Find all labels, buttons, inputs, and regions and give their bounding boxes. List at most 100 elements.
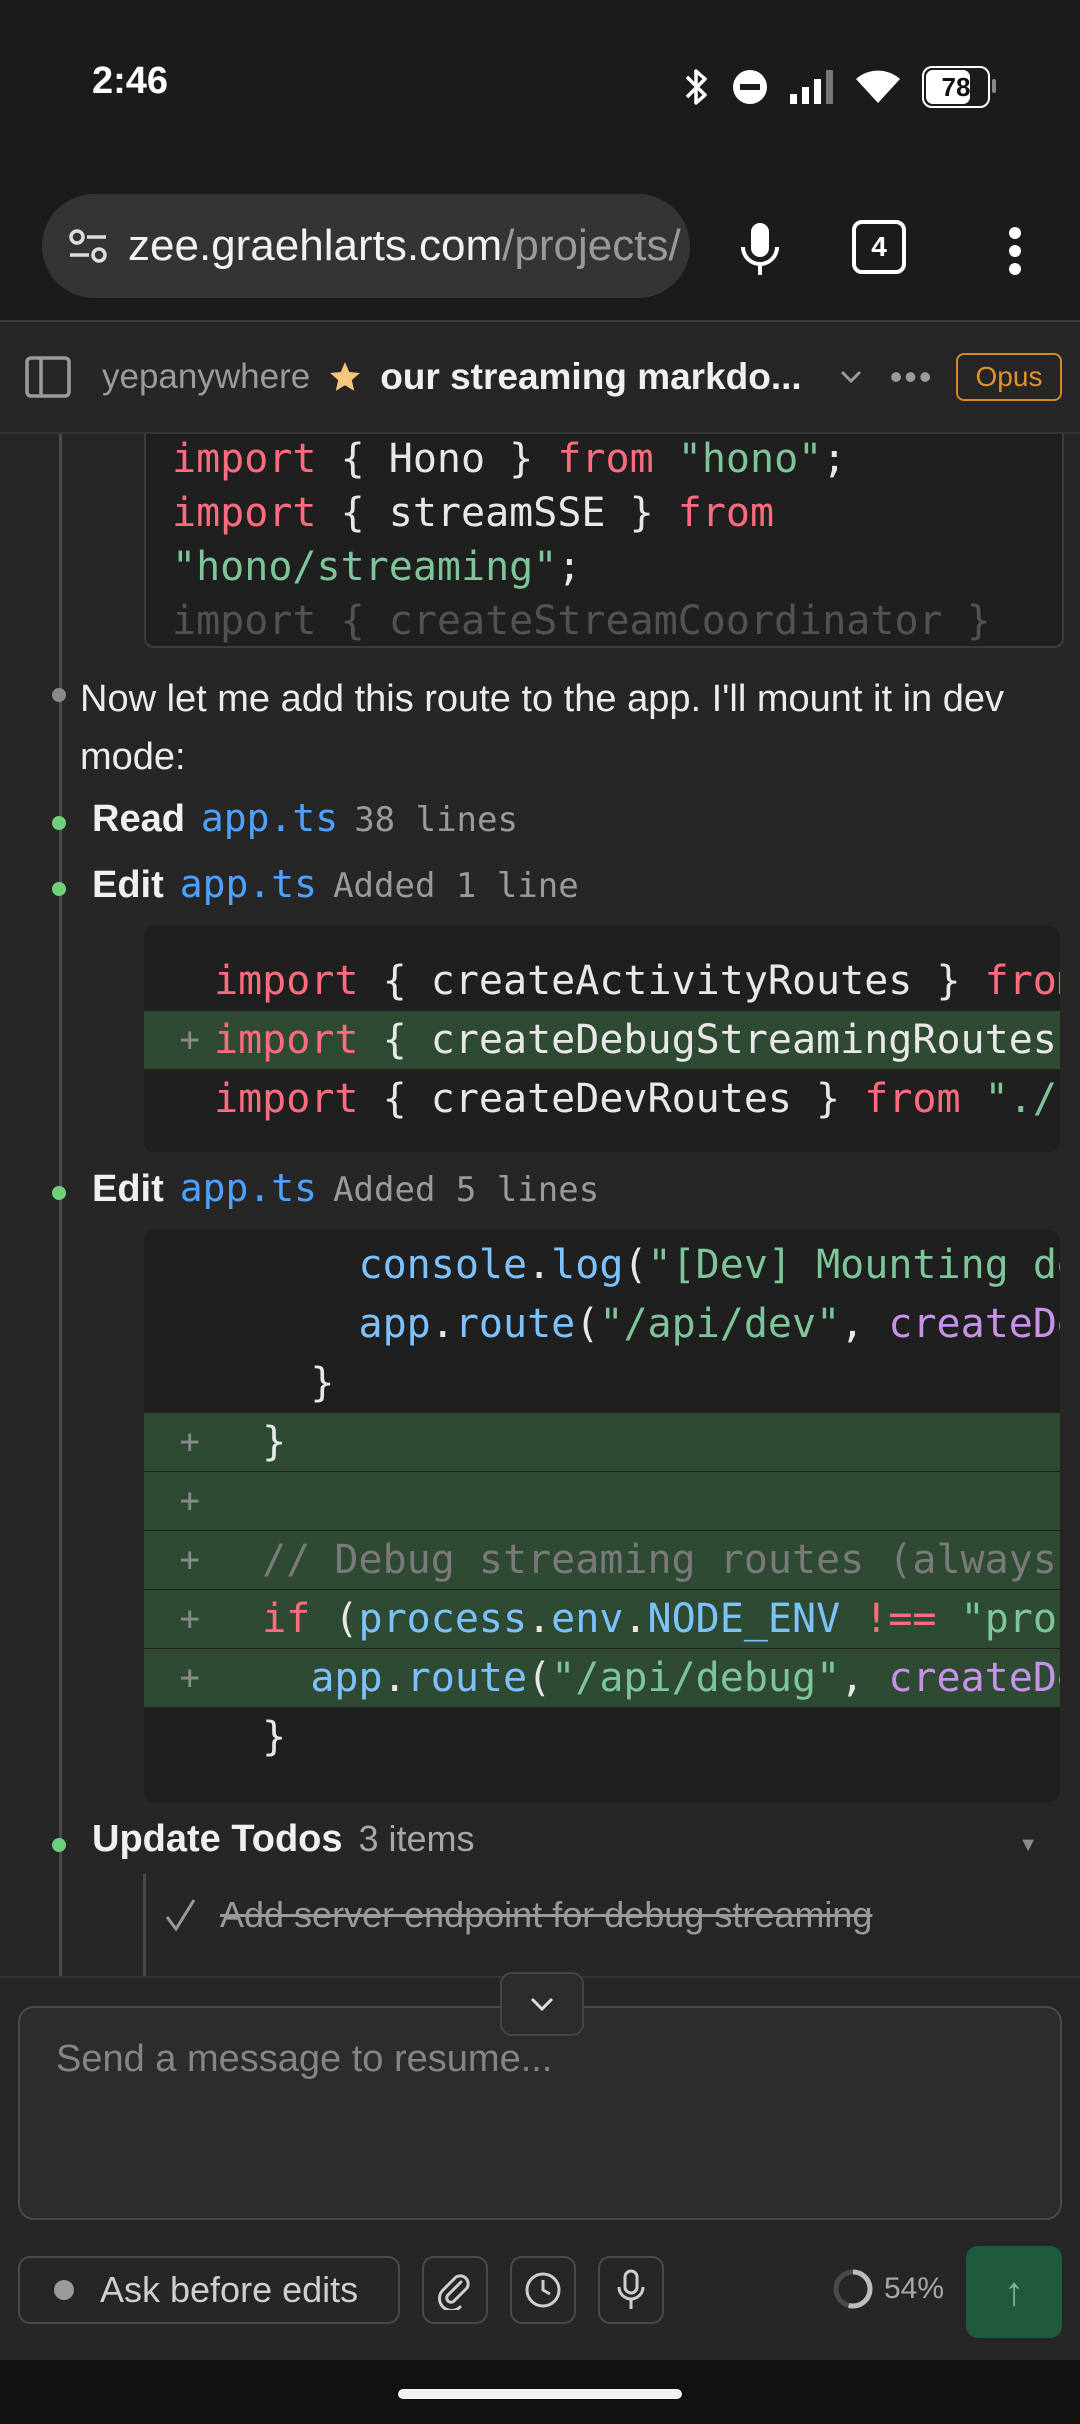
message-box[interactable] [18, 2006, 1062, 2220]
tool-meta: Added 1 line [333, 866, 579, 906]
voice-input-button[interactable] [598, 2256, 664, 2324]
status-time: 2:46 [92, 60, 169, 102]
expand-toggle-icon[interactable]: ▼ [1018, 1834, 1038, 1857]
code-token: { createDebugStreamingRoutes } [358, 1017, 1060, 1063]
tool-call-read[interactable]: Read app.ts 38 lines [92, 796, 518, 841]
session-title[interactable]: our streaming markdo... [380, 356, 802, 398]
url-path: /projects/ [502, 221, 681, 270]
battery-level: 78 [941, 71, 971, 102]
microphone-icon [741, 223, 779, 275]
code-token: } [214, 1360, 335, 1406]
microphone-icon [617, 2269, 645, 2309]
status-icons: 78 [684, 62, 996, 112]
tool-status-dot [52, 1186, 66, 1200]
todo-text: Add server endpoint for debug streaming [220, 1894, 873, 1935]
tool-verb: Update Todos [92, 1818, 343, 1860]
code-token: ( [310, 1596, 359, 1642]
site-settings-icon[interactable] [66, 224, 110, 268]
diff-code: } [214, 1714, 286, 1760]
diff-code: console.log("[Dev] Mounting de [214, 1242, 1060, 1288]
code-token: "proc [960, 1596, 1060, 1642]
code-token: { createDevRoutes } [358, 1076, 865, 1122]
tool-verb: Read [92, 798, 185, 840]
model-badge[interactable]: Opus [955, 353, 1063, 401]
todo-item: Add server endpoint for debug streaming [164, 1894, 872, 1936]
diff-gutter: + [179, 1599, 200, 1639]
code-token: } [214, 1714, 287, 1760]
paperclip-icon [438, 2274, 470, 2310]
star-icon[interactable] [328, 360, 362, 394]
code-line: import { createStreamCoordinator } [172, 598, 991, 644]
code-block: import { Hono } from "hono"; import { str… [144, 434, 1064, 648]
tool-meta: 3 items [358, 1818, 475, 1859]
attach-button[interactable] [422, 2256, 488, 2324]
code-token: log [551, 1242, 624, 1288]
clock-icon [525, 2272, 561, 2308]
code-token: from [984, 958, 1060, 1004]
code-token: } [214, 1419, 287, 1465]
more-vert-icon [1009, 227, 1021, 275]
url-host: zee.graehlarts.com [128, 221, 503, 270]
code-token: "hono/streaming" [172, 544, 558, 590]
message-input[interactable] [56, 2038, 1024, 2081]
assistant-message: Now let me add this route to the app. I'… [80, 678, 1004, 778]
tool-status-dot [52, 1838, 66, 1852]
diff-gutter: + [179, 1540, 200, 1580]
code-line: import { streamSSE } from [172, 490, 774, 536]
scroll-to-bottom-button[interactable] [500, 1972, 584, 2036]
tab-switcher-button[interactable]: 4 [852, 220, 906, 274]
tool-call-edit[interactable]: Edit app.ts Added 1 line [92, 862, 579, 907]
code-token: env [551, 1596, 624, 1642]
project-name[interactable]: yepanywhere [102, 357, 310, 397]
diff-line: import { createDevRoutes } from "./r [144, 1070, 1060, 1128]
tool-meta: Added 5 lines [333, 1170, 600, 1210]
code-line: "hono/streaming"; [172, 544, 581, 590]
code-token: . [623, 1596, 648, 1642]
todo-rail [143, 1874, 146, 1976]
code-token: "hono" [677, 436, 823, 482]
message-dot [52, 688, 66, 702]
url-text[interactable]: zee.graehlarts.com/projects/ [128, 221, 681, 271]
conversation[interactable]: import { Hono } from "hono"; import { str… [0, 434, 1080, 1976]
diff-line-added: + import { createDebugStreamingRoutes } [144, 1011, 1060, 1069]
tool-call-todos[interactable]: Update Todos 3 items [92, 1818, 475, 1861]
diff-code: import { createDebugStreamingRoutes } [214, 1017, 1060, 1063]
more-horiz-icon[interactable]: ••• [890, 356, 934, 398]
permission-mode-button[interactable]: Ask before edits [18, 2256, 400, 2324]
code-token: app [214, 1301, 431, 1347]
tool-meta: 38 lines [354, 800, 518, 840]
send-button[interactable]: ↑ [966, 2246, 1062, 2338]
code-token: { streamSSE } [316, 490, 678, 536]
diff-gutter: + [179, 1422, 200, 1462]
tool-file-link[interactable]: app.ts [180, 862, 317, 906]
diff-gutter: + [179, 1481, 200, 1521]
voice-search-button[interactable] [720, 210, 800, 290]
sidebar-toggle-icon[interactable] [24, 353, 72, 401]
bluetooth-icon [685, 69, 707, 105]
status-bar: 2:46 78 [0, 0, 1080, 180]
tool-file-link[interactable]: app.ts [201, 796, 338, 840]
history-button[interactable] [510, 2256, 576, 2324]
tool-file-link[interactable]: app.ts [180, 1166, 317, 1210]
code-token: . [527, 1596, 552, 1642]
code-token: import [214, 1017, 359, 1063]
diff-code: import { createDevRoutes } from "./r [214, 1076, 1060, 1122]
home-indicator[interactable] [398, 2389, 682, 2399]
code-token: import { createStreamCoordinator } [172, 598, 991, 644]
chevron-down-icon[interactable] [836, 362, 866, 392]
signal-icon [790, 70, 833, 104]
tool-call-edit[interactable]: Edit app.ts Added 5 lines [92, 1166, 599, 1211]
diff-line-added: + if (process.env.NODE_ENV !== "proc [144, 1590, 1060, 1648]
diff-code: } [214, 1360, 334, 1406]
diff-line: console.log("[Dev] Mounting de [144, 1236, 1060, 1294]
code-token: route [454, 1301, 576, 1347]
browser-menu-button[interactable] [990, 216, 1040, 286]
code-token: import [214, 958, 359, 1004]
code-token: process [358, 1596, 528, 1642]
permission-mode-label: Ask before edits [100, 2269, 359, 2310]
code-token: { createActivityRoutes } [358, 958, 985, 1004]
address-bar[interactable]: zee.graehlarts.com/projects/ [42, 194, 690, 298]
diff-gutter: + [179, 1020, 200, 1060]
